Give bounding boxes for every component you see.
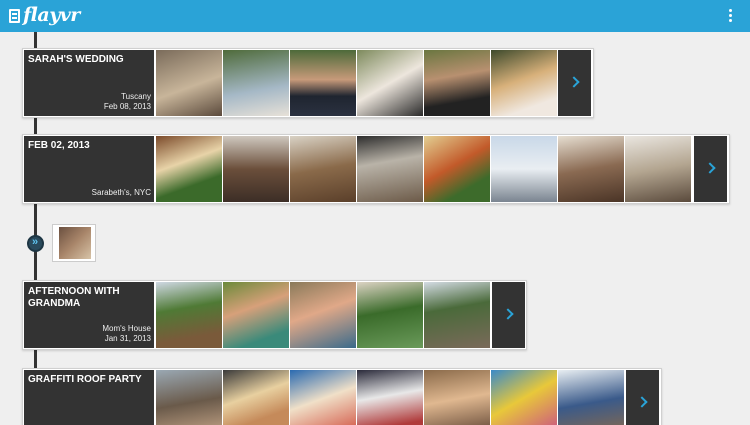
event-title: AFTERNOON WITH GRANDMA [28,286,120,309]
event-more-button[interactable] [626,370,659,425]
wedding-photo-4[interactable] [357,50,423,116]
brunch-photo-4[interactable] [357,136,423,202]
chevron-right-icon [568,76,580,88]
event-photo-strip [156,136,691,202]
wedding-photo-6[interactable] [491,50,557,116]
brunch-photo-3[interactable] [290,136,356,202]
party-photo-3[interactable] [290,370,356,425]
brunch-photo-8[interactable] [625,136,691,202]
event-card-afternoon-with-grandma[interactable]: AFTERNOON WITH GRANDMA Mom's House Jan 3… [22,280,527,350]
event-photo-strip [156,50,557,116]
event-location: Sarabeth's, NYC [91,188,151,197]
brunch-photo-5[interactable] [424,136,490,202]
event-info-panel[interactable]: SARAH'S WEDDING Tuscany Feb 08, 2013 [24,50,154,116]
brunch-photo-6[interactable] [491,136,557,202]
thumbnail-image [59,227,91,259]
grandma-photo-5[interactable] [424,282,490,348]
grandma-photo-4[interactable] [357,282,423,348]
overflow-menu-icon[interactable] [727,8,735,24]
event-more-button[interactable] [492,282,525,348]
wedding-photo-3[interactable] [290,50,356,116]
event-meta: Tuscany Feb 08, 2013 [104,92,151,112]
wedding-photo-5[interactable] [424,50,490,116]
event-location: Tuscany [121,92,151,101]
event-meta: Sarabeth's, NYC [92,188,151,198]
brunch-photo-7[interactable] [558,136,624,202]
chevron-right-icon [704,162,716,174]
party-photo-7[interactable] [558,370,624,425]
event-info-panel[interactable]: AFTERNOON WITH GRANDMA Mom's House Jan 3… [24,282,154,348]
expand-group-button[interactable]: » [27,235,44,252]
event-info-panel[interactable]: GRAFFITI ROOF PARTY [24,370,154,425]
action-bar: flayvr [0,0,750,32]
event-location: Mom's House [102,324,151,333]
event-more-button[interactable] [694,136,727,202]
event-card-sarahs-wedding[interactable]: SARAH'S WEDDING Tuscany Feb 08, 2013 [22,48,594,118]
event-photo-strip [156,282,490,348]
party-photo-4[interactable] [357,370,423,425]
event-date: Feb 08, 2013 [103,102,151,111]
grandma-photo-2[interactable] [223,282,289,348]
party-photo-1[interactable] [156,370,222,425]
event-more-button[interactable] [558,50,591,116]
collapsed-photo-thumbnail[interactable] [52,224,96,262]
party-photo-5[interactable] [424,370,490,425]
party-photo-2[interactable] [223,370,289,425]
chevron-right-icon [502,308,514,320]
wedding-photo-2[interactable] [223,50,289,116]
chevron-right-icon [636,396,648,408]
grandma-photo-3[interactable] [290,282,356,348]
event-card-feb-02[interactable]: FEB 02, 2013 Sarabeth's, NYC [22,134,730,204]
app-title: flayvr [23,4,80,26]
event-title: GRAFFITI ROOF PARTY [28,374,142,385]
brunch-photo-2[interactable] [223,136,289,202]
wedding-photo-1[interactable] [156,50,222,116]
grandma-photo-1[interactable] [156,282,222,348]
event-title: SARAH'S WEDDING [28,54,124,65]
event-info-panel[interactable]: FEB 02, 2013 Sarabeth's, NYC [24,136,154,202]
event-meta: Mom's House Jan 31, 2013 [102,324,151,344]
event-title: FEB 02, 2013 [28,140,90,151]
event-photo-strip [156,370,624,425]
double-chevron-right-icon: » [32,236,39,248]
brunch-photo-1[interactable] [156,136,222,202]
event-date: Jan 31, 2013 [104,334,151,343]
flayvr-logo-icon [9,9,20,23]
event-card-graffiti-roof-party[interactable]: GRAFFITI ROOF PARTY [22,368,662,425]
party-photo-6[interactable] [491,370,557,425]
